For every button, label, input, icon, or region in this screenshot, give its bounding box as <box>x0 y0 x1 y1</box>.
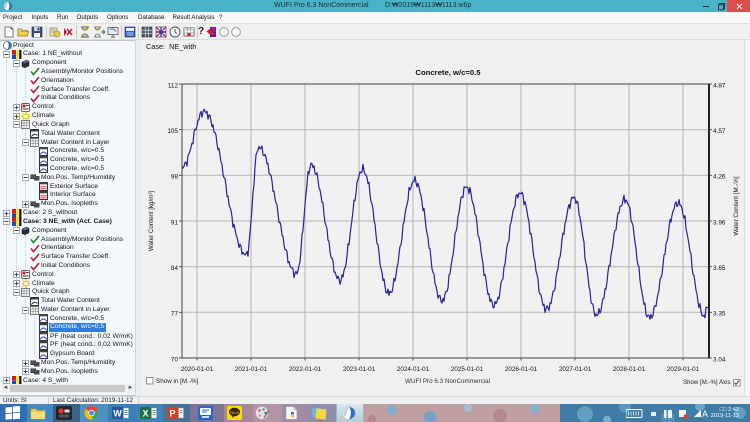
svg-text:77: 77 <box>171 311 179 318</box>
svg-text:84: 84 <box>171 265 179 272</box>
svg-text:105: 105 <box>167 128 178 135</box>
svg-text:2029-01-01: 2029-01-01 <box>667 366 700 373</box>
svg-text:70: 70 <box>171 356 179 363</box>
svg-text:4.87: 4.87 <box>713 82 726 89</box>
svg-text:TALK: TALK <box>230 410 240 415</box>
svg-text:2021-01-01: 2021-01-01 <box>235 366 268 373</box>
svg-text:4.26: 4.26 <box>713 174 726 181</box>
svg-text:2026-01-01: 2026-01-01 <box>505 366 538 373</box>
svg-text:3.65: 3.65 <box>713 265 726 272</box>
svg-text:X: X <box>142 409 148 419</box>
svg-text:2022-01-01: 2022-01-01 <box>289 366 322 373</box>
svg-text:91: 91 <box>171 219 179 226</box>
svg-text:3.96: 3.96 <box>713 219 726 226</box>
svg-text:Water Content [kg/m³]: Water Content [kg/m³] <box>148 191 155 252</box>
svg-text:2025-01-01: 2025-01-01 <box>451 366 484 373</box>
svg-text:2020-01-01: 2020-01-01 <box>181 366 214 373</box>
svg-text:2028-01-01: 2028-01-01 <box>613 366 646 373</box>
svg-text:3.04: 3.04 <box>713 356 726 363</box>
svg-text:112: 112 <box>168 82 179 89</box>
svg-text:Concrete, w/c=0.5: Concrete, w/c=0.5 <box>415 68 481 77</box>
svg-text:4.57: 4.57 <box>713 128 726 135</box>
svg-text:2024-01-01: 2024-01-01 <box>397 366 430 373</box>
svg-text:2023-01-01: 2023-01-01 <box>343 366 376 373</box>
svg-text:W: W <box>113 409 122 419</box>
svg-text:3.35: 3.35 <box>713 311 726 318</box>
svg-text:P: P <box>169 409 175 419</box>
svg-text:Water Content [M.-%]: Water Content [M.-%] <box>733 176 740 236</box>
svg-text:2027-01-01: 2027-01-01 <box>559 366 592 373</box>
svg-text:98: 98 <box>171 174 179 181</box>
